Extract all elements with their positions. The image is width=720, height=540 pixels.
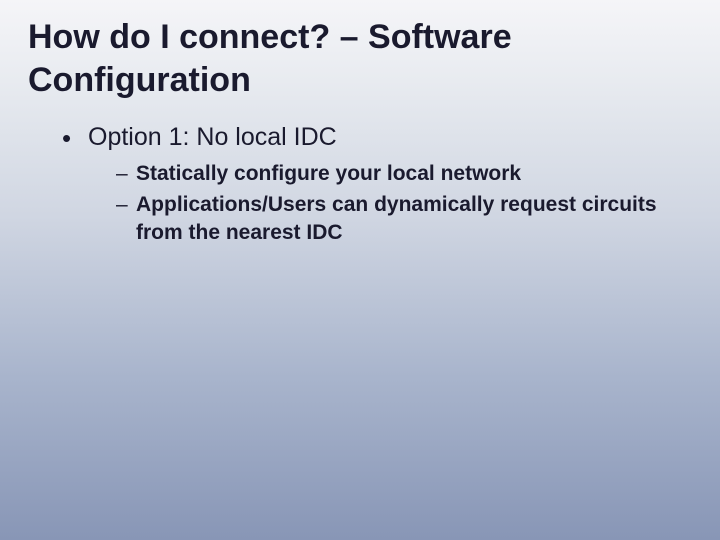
sub-list: Statically configure your local network …	[88, 160, 692, 246]
bullet-list: Option 1: No local IDC Statically config…	[28, 123, 692, 246]
bullet-text: Option 1: No local IDC	[88, 123, 337, 151]
sub-item: Applications/Users can dynamically reque…	[116, 191, 692, 246]
slide-title: How do I connect? – Software Configurati…	[28, 16, 692, 101]
sub-item: Statically configure your local network	[116, 160, 692, 187]
slide: How do I connect? – Software Configurati…	[0, 0, 720, 272]
bullet-item: Option 1: No local IDC Statically config…	[66, 123, 692, 246]
